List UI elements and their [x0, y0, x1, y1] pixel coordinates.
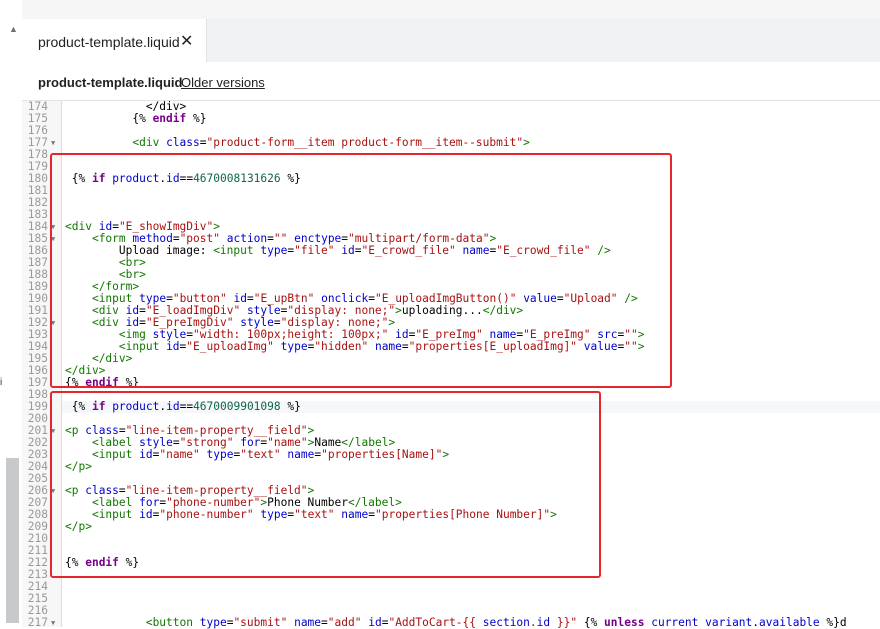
code-token: = — [199, 136, 207, 149]
file-tab-label: product-template.liquid — [38, 34, 180, 50]
left-scrollbar-thumb[interactable] — [6, 458, 19, 623]
line-number: 217 — [27, 616, 48, 629]
code-token: name — [294, 616, 322, 629]
code-token: > — [523, 136, 530, 149]
code-token: . — [529, 616, 537, 629]
code-token: "AddToCart-{{ — [388, 616, 483, 629]
code-token: %}d — [819, 616, 847, 629]
code-token: "add" — [327, 616, 362, 629]
code-token: unless — [604, 616, 645, 629]
code-token: section — [482, 616, 530, 629]
tab-bar-top — [22, 0, 880, 19]
file-title: product-template.liquid — [38, 75, 183, 90]
file-tab[interactable]: product-template.liquid ✕ — [22, 19, 207, 63]
code-token: available — [759, 616, 820, 629]
older-versions-link[interactable]: Older versions — [181, 75, 265, 90]
code-token: <button — [145, 616, 193, 629]
highlight-box-property-block — [50, 391, 601, 578]
code-token: }}" — [550, 616, 578, 629]
code-text: {% endif %} — [65, 113, 206, 125]
code-token: <div — [132, 136, 160, 149]
code-line[interactable]: 215 — [22, 593, 880, 605]
code-text: <button type="submit" name="add" id="Add… — [65, 617, 847, 629]
code-token: "submit" — [233, 616, 288, 629]
code-text: <div class="product-form__item product-f… — [65, 136, 530, 149]
code-token: = — [321, 616, 328, 629]
scroll-up-arrow-icon[interactable]: ▲ — [9, 24, 18, 34]
code-token: class — [166, 136, 200, 149]
code-token: "product-form__item product-form__item--… — [206, 136, 524, 149]
fold-arrow-icon[interactable]: ▼ — [51, 137, 55, 149]
left-panel-strip: ▲ i — [0, 0, 23, 627]
code-token: id — [536, 616, 551, 629]
code-line[interactable]: 175 {% endif %} — [22, 113, 880, 125]
file-header: product-template.liquid Older versions — [22, 62, 880, 101]
code-token: {% — [577, 616, 605, 629]
code-line[interactable]: 177 ▼ <div class="product-form__item prod… — [22, 137, 880, 149]
fold-arrow-icon[interactable]: ▼ — [51, 617, 55, 629]
code-token: id — [368, 616, 382, 629]
code-token: %} — [186, 112, 207, 125]
code-line[interactable]: 214 — [22, 581, 880, 593]
left-strip-marker: i — [0, 377, 3, 388]
code-token: {% — [65, 112, 153, 125]
close-icon[interactable]: ✕ — [180, 31, 193, 51]
code-token: type — [199, 616, 227, 629]
code-token: current — [651, 616, 699, 629]
code-line[interactable]: 217 ▼ <button type="submit" name="add" id… — [22, 617, 880, 629]
code-token: variant — [705, 616, 753, 629]
highlight-box-upload-block — [50, 153, 672, 388]
code-token: endif — [152, 112, 187, 125]
